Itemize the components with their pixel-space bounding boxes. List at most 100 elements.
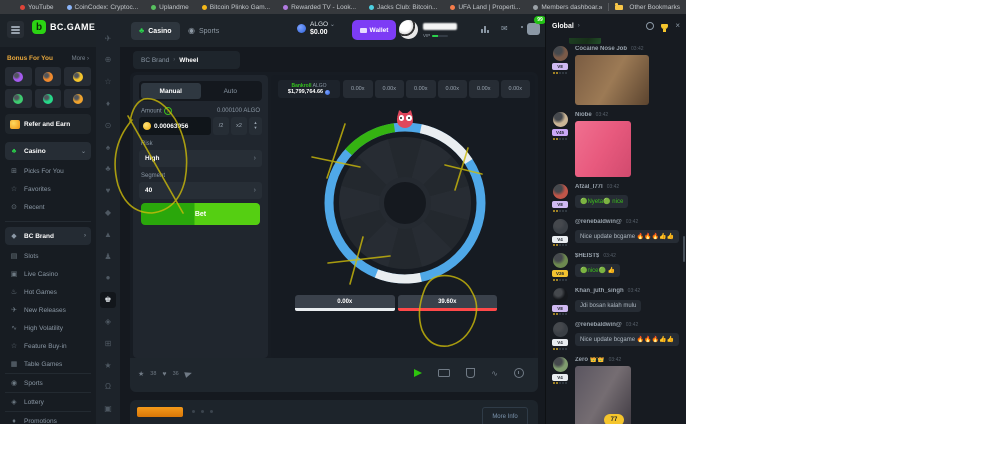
sidebar-item-hot-games[interactable]: ♨Hot Games bbox=[5, 283, 91, 301]
chat-toggle-icon[interactable] bbox=[527, 23, 540, 35]
tab-casino[interactable]: ♣ Casino bbox=[131, 22, 180, 40]
favorite-star-icon[interactable]: ★ bbox=[138, 370, 144, 378]
history-icon[interactable] bbox=[514, 368, 524, 378]
history-multiplier-button[interactable]: 0.00x bbox=[343, 80, 373, 98]
more-info-button[interactable]: More Info bbox=[482, 407, 528, 424]
provider-rail-icon[interactable]: ♦ bbox=[100, 95, 116, 111]
bookmark-item[interactable]: YouTube bbox=[20, 4, 54, 11]
bookmark-item[interactable]: Rewarded TV - Look... bbox=[283, 4, 356, 11]
chat-username[interactable]: @renebaldwin@ bbox=[575, 322, 622, 328]
bookmark-item[interactable]: Bitcoin Plinko Gam... bbox=[202, 4, 270, 11]
tab-sports[interactable]: ◉ Sports bbox=[180, 22, 227, 40]
sidebar-item-slots[interactable]: ▤Slots bbox=[5, 247, 91, 265]
provider-rail-icon[interactable]: ⊙ bbox=[100, 117, 116, 133]
other-bookmarks[interactable]: Other Bookmarks bbox=[629, 4, 680, 11]
stats-icon[interactable]: ∿ bbox=[491, 369, 498, 378]
chat-scrollbar[interactable] bbox=[683, 236, 685, 262]
chat-username[interactable]: @renebaldwin@ bbox=[575, 219, 622, 225]
provider-rail-icon[interactable]: ★ bbox=[100, 357, 116, 373]
provider-rail-icon[interactable]: ♣ bbox=[100, 161, 116, 177]
bonus-tile[interactable] bbox=[64, 89, 91, 108]
sidebar-item-picks-for-you[interactable]: ⊞Picks For You bbox=[5, 162, 91, 180]
double-bet-button[interactable]: x2 bbox=[231, 117, 247, 135]
sound-icon[interactable] bbox=[414, 369, 422, 377]
amount-stepper[interactable]: ▲▼ bbox=[249, 117, 262, 135]
sidebar-item-recent[interactable]: ⊙Recent bbox=[5, 198, 91, 216]
avatar[interactable] bbox=[553, 322, 568, 337]
half-bet-button[interactable]: /2 bbox=[213, 117, 229, 135]
bonus-tile[interactable] bbox=[64, 67, 91, 86]
history-multiplier-button[interactable]: 0.00x bbox=[438, 80, 468, 98]
sidebar-item-favorites[interactable]: ☆Favorites bbox=[5, 180, 91, 198]
provider-rail-icon[interactable]: ◆ bbox=[100, 204, 116, 220]
sidebar-group-casino[interactable]: ♣ Casino ⌄ bbox=[5, 142, 91, 160]
breadcrumb-parent[interactable]: BC Brand bbox=[141, 57, 169, 64]
chat-image[interactable] bbox=[575, 55, 649, 105]
bookmark-item[interactable]: Jacks Club: Bitcoin... bbox=[369, 4, 437, 11]
like-heart-icon[interactable]: ♥ bbox=[162, 371, 166, 378]
tab-auto[interactable]: Auto bbox=[201, 83, 261, 99]
provider-rail-icon[interactable]: ▲ bbox=[100, 226, 116, 242]
chat-image[interactable] bbox=[575, 121, 631, 177]
history-multiplier-button[interactable]: 0.00x bbox=[375, 80, 405, 98]
tab-manual[interactable]: Manual bbox=[141, 83, 201, 99]
new-messages-button[interactable]: 77 bbox=[604, 414, 624, 424]
bookmark-item[interactable]: UFA Land | Properti... bbox=[450, 4, 520, 11]
provider-rail-icon[interactable]: ☆ bbox=[100, 74, 116, 90]
sidebar-item-live-casino[interactable]: ▣Live Casino bbox=[5, 265, 91, 283]
wallet-button[interactable]: Wallet bbox=[352, 20, 396, 40]
sidebar-item-lottery[interactable]: ◈Lottery bbox=[5, 392, 91, 411]
chat-username[interactable]: Cocaine Nose Job bbox=[575, 46, 627, 52]
share-icon[interactable] bbox=[184, 370, 193, 378]
avatar[interactable] bbox=[553, 112, 568, 127]
bookmark-item[interactable]: CoinCodex: Cryptoc... bbox=[67, 4, 139, 11]
provider-badge[interactable] bbox=[137, 407, 183, 417]
trophy-icon[interactable] bbox=[661, 24, 668, 29]
chat-username[interactable]: Zero 👑👑 bbox=[575, 357, 605, 363]
history-multiplier-button[interactable]: 0.00x bbox=[406, 80, 436, 98]
bcgame-logo[interactable]: b BC.GAME bbox=[32, 20, 95, 34]
provider-rail-icon[interactable]: ♟ bbox=[100, 248, 116, 264]
risk-dropdown[interactable]: High› bbox=[139, 150, 262, 167]
provider-rail-icon[interactable]: ⊞ bbox=[100, 335, 116, 351]
currency-selector[interactable]: ALGO ⌄ $0.00 bbox=[297, 21, 335, 37]
bet-button[interactable]: Bet bbox=[141, 203, 260, 225]
provider-rail-icon[interactable]: ♚ bbox=[100, 292, 116, 308]
sidebar-item-sports[interactable]: ◉Sports bbox=[5, 373, 91, 392]
avatar[interactable] bbox=[553, 46, 568, 61]
provider-rail-icon[interactable]: Ω bbox=[100, 379, 116, 395]
sidebar-item-table-games[interactable]: ▦Table Games bbox=[5, 355, 91, 373]
chat-room-selector[interactable]: Global bbox=[552, 23, 574, 30]
provider-rail-icon[interactable]: ♠ bbox=[100, 139, 116, 155]
bookmark-item[interactable]: Uplandme bbox=[151, 4, 189, 11]
inbox-icon[interactable]: ✉ bbox=[501, 25, 508, 33]
sidebar-item-refer-and-earn[interactable]: Refer and Earn bbox=[5, 114, 91, 134]
provider-rail-icon[interactable]: ⊕ bbox=[100, 52, 116, 68]
avatar[interactable] bbox=[553, 253, 568, 268]
bonus-tile[interactable] bbox=[5, 67, 32, 86]
user-avatar[interactable] bbox=[399, 20, 418, 39]
avatar[interactable] bbox=[553, 184, 568, 199]
bonus-tile[interactable] bbox=[5, 89, 32, 108]
history-multiplier-button[interactable]: 0.00x bbox=[501, 80, 531, 98]
sidebar-item-feature-buy-in[interactable]: ☆Feature Buy-in bbox=[5, 337, 91, 355]
bonus-tile[interactable] bbox=[35, 67, 62, 86]
avatar[interactable] bbox=[553, 219, 568, 234]
provider-rail-icon[interactable]: ▣ bbox=[100, 401, 116, 417]
sidebar-item-high-volatility[interactable]: ∿High Volatility bbox=[5, 319, 91, 337]
segment-dropdown[interactable]: 40› bbox=[139, 182, 262, 199]
chat-rules-icon[interactable] bbox=[646, 22, 654, 30]
close-icon[interactable]: × bbox=[675, 22, 680, 30]
avatar[interactable] bbox=[553, 288, 568, 303]
amount-input[interactable]: 0.00063956 bbox=[139, 117, 211, 135]
sidebar-item-promotions[interactable]: ♦Promotions bbox=[5, 411, 91, 424]
hotkeys-icon[interactable] bbox=[438, 369, 450, 377]
sidebar-item-new-releases[interactable]: ✈New Releases bbox=[5, 301, 91, 319]
history-multiplier-button[interactable]: 0.00x bbox=[469, 80, 499, 98]
fairness-icon[interactable] bbox=[466, 368, 475, 378]
chat-username[interactable]: $HEIST$ bbox=[575, 253, 599, 259]
provider-rail-icon[interactable]: ◈ bbox=[100, 313, 116, 329]
provider-rail-icon[interactable]: ● bbox=[100, 270, 116, 286]
bonus-more-link[interactable]: More › bbox=[72, 56, 89, 62]
sidebar-group-bc-brand[interactable]: ◆ BC Brand › bbox=[5, 227, 91, 245]
